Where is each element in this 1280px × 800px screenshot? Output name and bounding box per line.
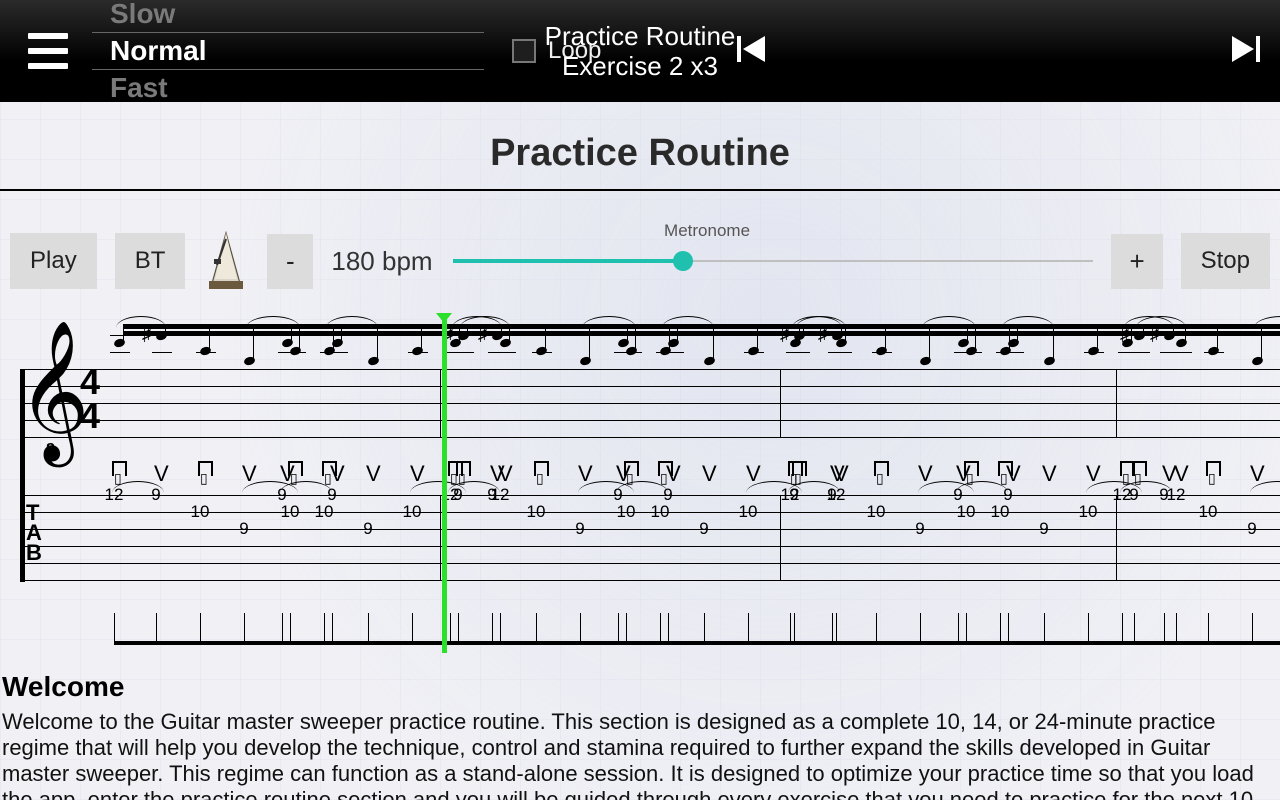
previous-track-button[interactable]: [735, 32, 769, 71]
playhead-cursor[interactable]: [442, 313, 447, 653]
speed-fast[interactable]: Fast: [92, 70, 484, 106]
welcome-heading: Welcome: [2, 671, 1278, 703]
loop-checkbox[interactable]: [512, 39, 536, 63]
welcome-body: Welcome to the Guitar master sweeper pra…: [2, 709, 1278, 800]
clef-octave: 8: [46, 441, 55, 459]
menu-icon[interactable]: [28, 33, 68, 69]
top-toolbar: Slow Normal Fast Loop Practice Routine E…: [0, 0, 1280, 102]
speed-picker[interactable]: Slow Normal Fast: [92, 0, 484, 102]
speed-normal[interactable]: Normal: [92, 32, 484, 70]
tempo-minus-button[interactable]: -: [267, 234, 313, 289]
next-track-button[interactable]: [1228, 32, 1262, 71]
metronome-icon: [203, 231, 249, 291]
tab-clef: TAB: [26, 503, 43, 563]
score-view[interactable]: 𝄞 8 44 ♯♯♯♯♯♯♯♯ TAB 12910910991091091212…: [0, 313, 1280, 653]
stop-button[interactable]: Stop: [1181, 233, 1270, 289]
slider-caption: Metronome: [664, 221, 750, 241]
loop-toggle[interactable]: Loop: [512, 37, 601, 65]
tempo-slider[interactable]: Metronome: [453, 241, 1094, 281]
backing-track-button[interactable]: BT: [115, 233, 186, 289]
welcome-section: Welcome Welcome to the Guitar master swe…: [0, 653, 1280, 800]
bpm-readout: 180 bpm: [331, 246, 432, 277]
treble-clef-icon: 𝄞: [28, 351, 88, 435]
time-signature: 44: [80, 365, 100, 433]
play-button[interactable]: Play: [10, 233, 97, 289]
loop-label: Loop: [548, 37, 601, 65]
page-title: Practice Routine: [0, 102, 1280, 191]
speed-slow[interactable]: Slow: [92, 0, 484, 32]
tempo-plus-button[interactable]: +: [1111, 234, 1162, 289]
playback-controls: Play BT - 180 bpm Metronome + Stop: [0, 231, 1280, 291]
